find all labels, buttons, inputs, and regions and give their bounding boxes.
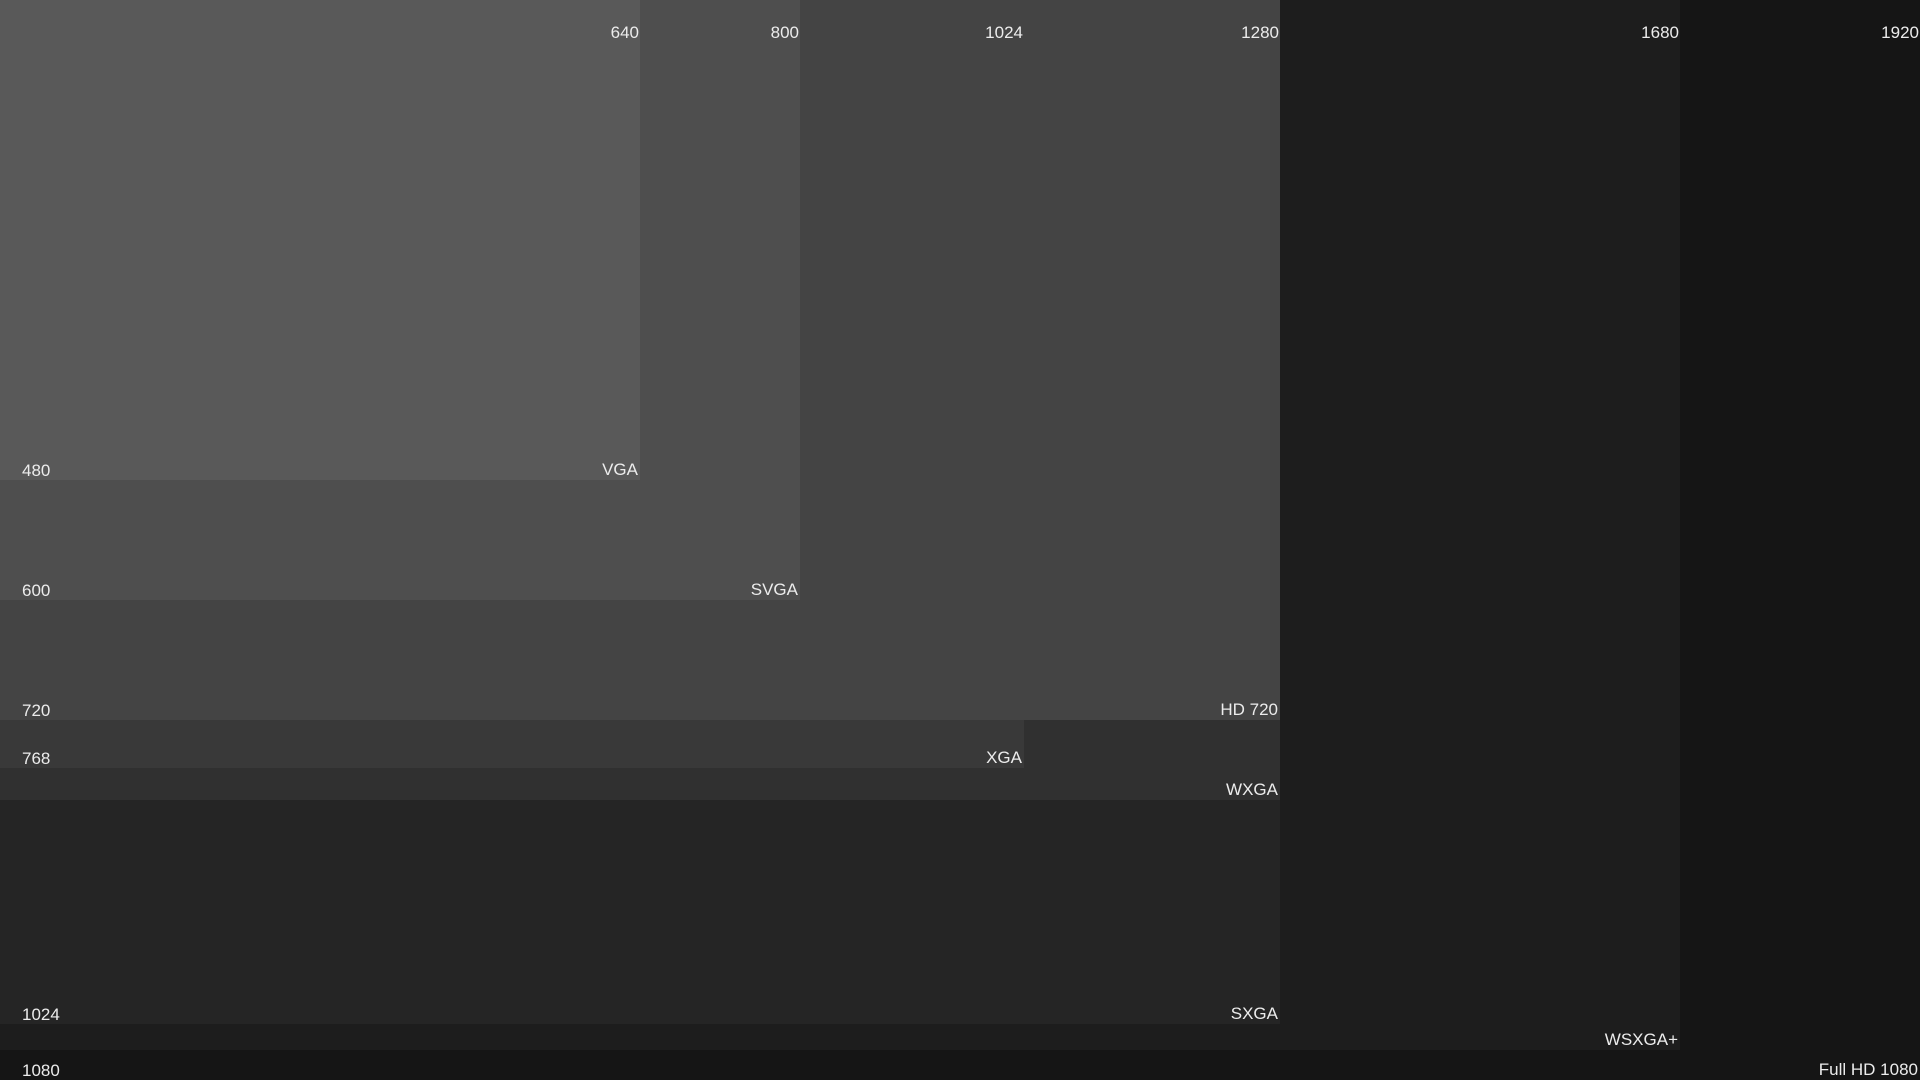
- resolution-label-wxga: WXGA: [1226, 780, 1278, 799]
- height-label-480: 480: [22, 461, 51, 480]
- resolution-rect-vga: [0, 0, 640, 480]
- width-label-1024: 1024: [985, 23, 1023, 42]
- width-label-1680: 1680: [1641, 23, 1679, 42]
- resolution-label-full-hd-1080: Full HD 1080: [1818, 1060, 1918, 1079]
- resolution-label-wsxga: WSXGA+: [1604, 1030, 1678, 1049]
- height-label-600: 600: [22, 581, 51, 600]
- resolution-label-xga: XGA: [986, 748, 1022, 767]
- resolution-label-hd-720: HD 720: [1220, 700, 1278, 719]
- resolution-label-vga: VGA: [602, 460, 638, 479]
- width-label-1280: 1280: [1241, 23, 1279, 42]
- resolution-label-sxga: SXGA: [1230, 1004, 1278, 1023]
- height-label-768: 768: [22, 749, 51, 768]
- resolution-canvas: Full HD 1080 WSXGA+ SXGA WXGA XGA HD 720 SVGA V…: [0, 0, 1920, 1080]
- resolution-label-svga: SVGA: [750, 580, 798, 599]
- height-label-1024: 1024: [22, 1005, 60, 1024]
- height-label-720: 720: [22, 701, 51, 720]
- width-label-800: 800: [770, 23, 799, 42]
- width-label-640: 640: [610, 23, 639, 42]
- height-label-1080: 1080: [22, 1061, 60, 1080]
- width-label-1920: 1920: [1881, 23, 1919, 42]
